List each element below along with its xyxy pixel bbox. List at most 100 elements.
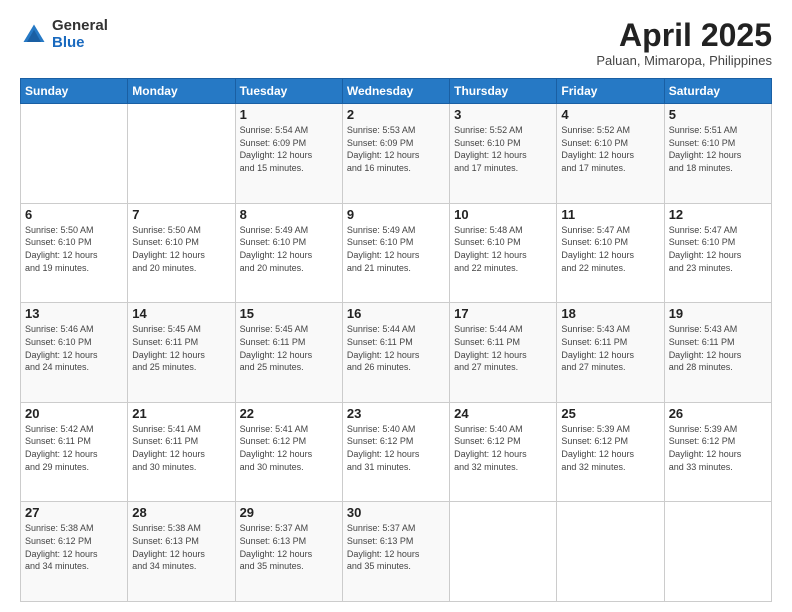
- calendar-cell: 4Sunrise: 5:52 AM Sunset: 6:10 PM Daylig…: [557, 104, 664, 204]
- day-info: Sunrise: 5:43 AM Sunset: 6:11 PM Dayligh…: [669, 323, 767, 373]
- day-of-week-header: Tuesday: [235, 79, 342, 104]
- day-info: Sunrise: 5:43 AM Sunset: 6:11 PM Dayligh…: [561, 323, 659, 373]
- day-of-week-header: Sunday: [21, 79, 128, 104]
- day-info: Sunrise: 5:50 AM Sunset: 6:10 PM Dayligh…: [25, 224, 123, 274]
- logo-icon: [20, 21, 48, 49]
- day-number: 2: [347, 107, 445, 122]
- calendar-week-row: 20 Sunrise: 5:42 AM Sunset: 6:11 PM Dayli…: [21, 402, 772, 502]
- calendar-cell: 24 Sunrise: 5:40 AM Sunset: 6:12 PM Dayli…: [450, 402, 557, 502]
- day-number: 5: [669, 107, 767, 122]
- day-number: 13: [25, 306, 123, 321]
- calendar-cell: 12Sunrise: 5:47 AM Sunset: 6:10 PM Dayli…: [664, 203, 771, 303]
- day-number: 26: [669, 406, 767, 421]
- day-number: 30: [347, 505, 445, 520]
- calendar-cell: 11 Sunrise: 5:47 AM Sunset: 6:10 PM Dayli…: [557, 203, 664, 303]
- day-info: Sunrise: 5:49 AM Sunset: 6:10 PM Dayligh…: [347, 224, 445, 274]
- calendar-week-row: 13 Sunrise: 5:46 AM Sunset: 6:10 PM Dayli…: [21, 303, 772, 403]
- calendar-table: SundayMondayTuesdayWednesdayThursdayFrid…: [20, 78, 772, 602]
- day-number: 17: [454, 306, 552, 321]
- calendar-cell: 27 Sunrise: 5:38 AM Sunset: 6:12 PM Dayli…: [21, 502, 128, 602]
- header: General Blue April 2025 Paluan, Mimaropa…: [20, 18, 772, 68]
- day-number: 7: [132, 207, 230, 222]
- day-info: Sunrise: 5:39 AM Sunset: 6:12 PM Dayligh…: [669, 423, 767, 473]
- calendar-week-row: 27 Sunrise: 5:38 AM Sunset: 6:12 PM Dayli…: [21, 502, 772, 602]
- calendar-cell: 9 Sunrise: 5:49 AM Sunset: 6:10 PM Daylig…: [342, 203, 449, 303]
- day-info: Sunrise: 5:44 AM Sunset: 6:11 PM Dayligh…: [347, 323, 445, 373]
- day-info: Sunrise: 5:52 AM Sunset: 6:10 PM Dayligh…: [561, 124, 659, 174]
- logo-blue: Blue: [52, 35, 108, 52]
- calendar-cell: 28 Sunrise: 5:38 AM Sunset: 6:13 PM Dayli…: [128, 502, 235, 602]
- day-info: Sunrise: 5:44 AM Sunset: 6:11 PM Dayligh…: [454, 323, 552, 373]
- calendar-cell: 6Sunrise: 5:50 AM Sunset: 6:10 PM Daylig…: [21, 203, 128, 303]
- day-info: Sunrise: 5:38 AM Sunset: 6:13 PM Dayligh…: [132, 522, 230, 572]
- calendar-cell: [557, 502, 664, 602]
- day-info: Sunrise: 5:54 AM Sunset: 6:09 PM Dayligh…: [240, 124, 338, 174]
- calendar-cell: 20 Sunrise: 5:42 AM Sunset: 6:11 PM Dayli…: [21, 402, 128, 502]
- calendar-cell: 29 Sunrise: 5:37 AM Sunset: 6:13 PM Dayli…: [235, 502, 342, 602]
- calendar-cell: 10Sunrise: 5:48 AM Sunset: 6:10 PM Dayli…: [450, 203, 557, 303]
- day-info: Sunrise: 5:42 AM Sunset: 6:11 PM Dayligh…: [25, 423, 123, 473]
- calendar-cell: 15Sunrise: 5:45 AM Sunset: 6:11 PM Dayli…: [235, 303, 342, 403]
- calendar-header-row: SundayMondayTuesdayWednesdayThursdayFrid…: [21, 79, 772, 104]
- day-number: 29: [240, 505, 338, 520]
- logo-text: General Blue: [52, 18, 108, 51]
- day-number: 27: [25, 505, 123, 520]
- day-of-week-header: Wednesday: [342, 79, 449, 104]
- day-info: Sunrise: 5:40 AM Sunset: 6:12 PM Dayligh…: [454, 423, 552, 473]
- month-year: April 2025: [596, 18, 772, 53]
- day-info: Sunrise: 5:52 AM Sunset: 6:10 PM Dayligh…: [454, 124, 552, 174]
- day-info: Sunrise: 5:40 AM Sunset: 6:12 PM Dayligh…: [347, 423, 445, 473]
- day-number: 20: [25, 406, 123, 421]
- day-info: Sunrise: 5:53 AM Sunset: 6:09 PM Dayligh…: [347, 124, 445, 174]
- calendar-cell: 25Sunrise: 5:39 AM Sunset: 6:12 PM Dayli…: [557, 402, 664, 502]
- calendar-cell: 2 Sunrise: 5:53 AM Sunset: 6:09 PM Daylig…: [342, 104, 449, 204]
- day-number: 28: [132, 505, 230, 520]
- logo: General Blue: [20, 18, 108, 51]
- day-info: Sunrise: 5:46 AM Sunset: 6:10 PM Dayligh…: [25, 323, 123, 373]
- day-number: 22: [240, 406, 338, 421]
- day-of-week-header: Monday: [128, 79, 235, 104]
- calendar-cell: 7 Sunrise: 5:50 AM Sunset: 6:10 PM Daylig…: [128, 203, 235, 303]
- calendar-cell: 3 Sunrise: 5:52 AM Sunset: 6:10 PM Daylig…: [450, 104, 557, 204]
- day-number: 11: [561, 207, 659, 222]
- calendar-cell: 21 Sunrise: 5:41 AM Sunset: 6:11 PM Dayli…: [128, 402, 235, 502]
- calendar-week-row: 1 Sunrise: 5:54 AM Sunset: 6:09 PM Daylig…: [21, 104, 772, 204]
- calendar-cell: 26 Sunrise: 5:39 AM Sunset: 6:12 PM Dayli…: [664, 402, 771, 502]
- day-info: Sunrise: 5:38 AM Sunset: 6:12 PM Dayligh…: [25, 522, 123, 572]
- calendar-week-row: 6Sunrise: 5:50 AM Sunset: 6:10 PM Daylig…: [21, 203, 772, 303]
- day-info: Sunrise: 5:37 AM Sunset: 6:13 PM Dayligh…: [240, 522, 338, 572]
- day-of-week-header: Friday: [557, 79, 664, 104]
- day-number: 12: [669, 207, 767, 222]
- day-number: 9: [347, 207, 445, 222]
- calendar-cell: 30Sunrise: 5:37 AM Sunset: 6:13 PM Dayli…: [342, 502, 449, 602]
- page: General Blue April 2025 Paluan, Mimaropa…: [0, 0, 792, 612]
- calendar-cell: [664, 502, 771, 602]
- calendar-cell: 8 Sunrise: 5:49 AM Sunset: 6:10 PM Daylig…: [235, 203, 342, 303]
- calendar-cell: 17 Sunrise: 5:44 AM Sunset: 6:11 PM Dayli…: [450, 303, 557, 403]
- calendar-cell: 18Sunrise: 5:43 AM Sunset: 6:11 PM Dayli…: [557, 303, 664, 403]
- calendar-cell: 22 Sunrise: 5:41 AM Sunset: 6:12 PM Dayli…: [235, 402, 342, 502]
- day-number: 21: [132, 406, 230, 421]
- day-number: 10: [454, 207, 552, 222]
- calendar-cell: 16Sunrise: 5:44 AM Sunset: 6:11 PM Dayli…: [342, 303, 449, 403]
- day-info: Sunrise: 5:49 AM Sunset: 6:10 PM Dayligh…: [240, 224, 338, 274]
- day-info: Sunrise: 5:45 AM Sunset: 6:11 PM Dayligh…: [132, 323, 230, 373]
- location: Paluan, Mimaropa, Philippines: [596, 53, 772, 68]
- day-info: Sunrise: 5:39 AM Sunset: 6:12 PM Dayligh…: [561, 423, 659, 473]
- calendar-cell: [128, 104, 235, 204]
- day-number: 8: [240, 207, 338, 222]
- calendar-cell: 5 Sunrise: 5:51 AM Sunset: 6:10 PM Daylig…: [664, 104, 771, 204]
- day-info: Sunrise: 5:50 AM Sunset: 6:10 PM Dayligh…: [132, 224, 230, 274]
- calendar-cell: 14Sunrise: 5:45 AM Sunset: 6:11 PM Dayli…: [128, 303, 235, 403]
- logo-general: General: [52, 18, 108, 35]
- day-info: Sunrise: 5:45 AM Sunset: 6:11 PM Dayligh…: [240, 323, 338, 373]
- day-of-week-header: Thursday: [450, 79, 557, 104]
- day-info: Sunrise: 5:47 AM Sunset: 6:10 PM Dayligh…: [561, 224, 659, 274]
- day-number: 1: [240, 107, 338, 122]
- day-info: Sunrise: 5:41 AM Sunset: 6:11 PM Dayligh…: [132, 423, 230, 473]
- day-number: 3: [454, 107, 552, 122]
- day-number: 24: [454, 406, 552, 421]
- day-info: Sunrise: 5:41 AM Sunset: 6:12 PM Dayligh…: [240, 423, 338, 473]
- calendar-cell: 19Sunrise: 5:43 AM Sunset: 6:11 PM Dayli…: [664, 303, 771, 403]
- day-info: Sunrise: 5:51 AM Sunset: 6:10 PM Dayligh…: [669, 124, 767, 174]
